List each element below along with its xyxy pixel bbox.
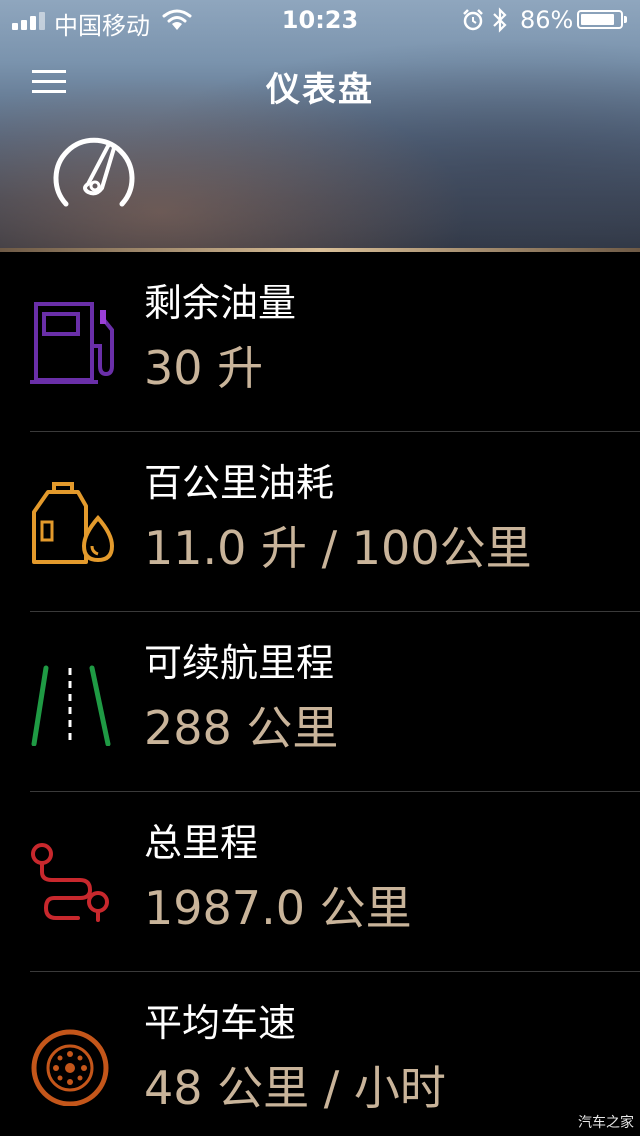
item-value: 1987.0 公里 [144,881,412,935]
list-item-range[interactable]: 可续航里程 288 公里 [0,612,640,792]
item-label: 百公里油耗 [144,461,335,505]
alarm-icon [461,8,485,38]
item-value: 288 公里 [144,701,339,755]
status-bar: 中国移动 10:23 86% [0,0,640,40]
item-value: 48 公里 / 小时 [144,1061,446,1115]
route-icon [28,842,118,926]
speedometer-icon [44,122,144,214]
road-icon [28,662,118,747]
list-item-total-mileage[interactable]: 总里程 1987.0 公里 [0,792,640,972]
page-title: 仪表盘 [266,70,374,110]
item-label: 平均车速 [144,1001,297,1045]
battery-tip [624,16,627,23]
list-item-fuel-consumption[interactable]: 百公里油耗 11.0 升 / 100公里 [0,432,640,612]
item-value: 30 升 [144,341,264,395]
fuel-pump-icon [28,302,118,386]
dashboard-screen: 中国移动 10:23 86% 仪表盘 剩余油量 30 升 百公里油耗 11.0 … [0,0,640,1136]
oil-can-icon [28,482,118,566]
item-label: 总里程 [144,821,259,865]
bluetooth-icon [491,7,509,39]
battery-level-fill [581,14,614,25]
watermark: 汽车之家 [578,1115,634,1131]
item-label: 剩余油量 [144,281,297,325]
battery-percent: 86% [520,6,574,34]
item-value: 11.0 升 / 100公里 [144,521,532,575]
tire-icon [28,1022,118,1107]
battery-icon [577,10,623,29]
list-item-average-speed[interactable]: 平均车速 48 公里 / 小时 [0,972,640,1136]
item-label: 可续航里程 [144,641,335,685]
list-item-fuel-remaining[interactable]: 剩余油量 30 升 [0,252,640,432]
